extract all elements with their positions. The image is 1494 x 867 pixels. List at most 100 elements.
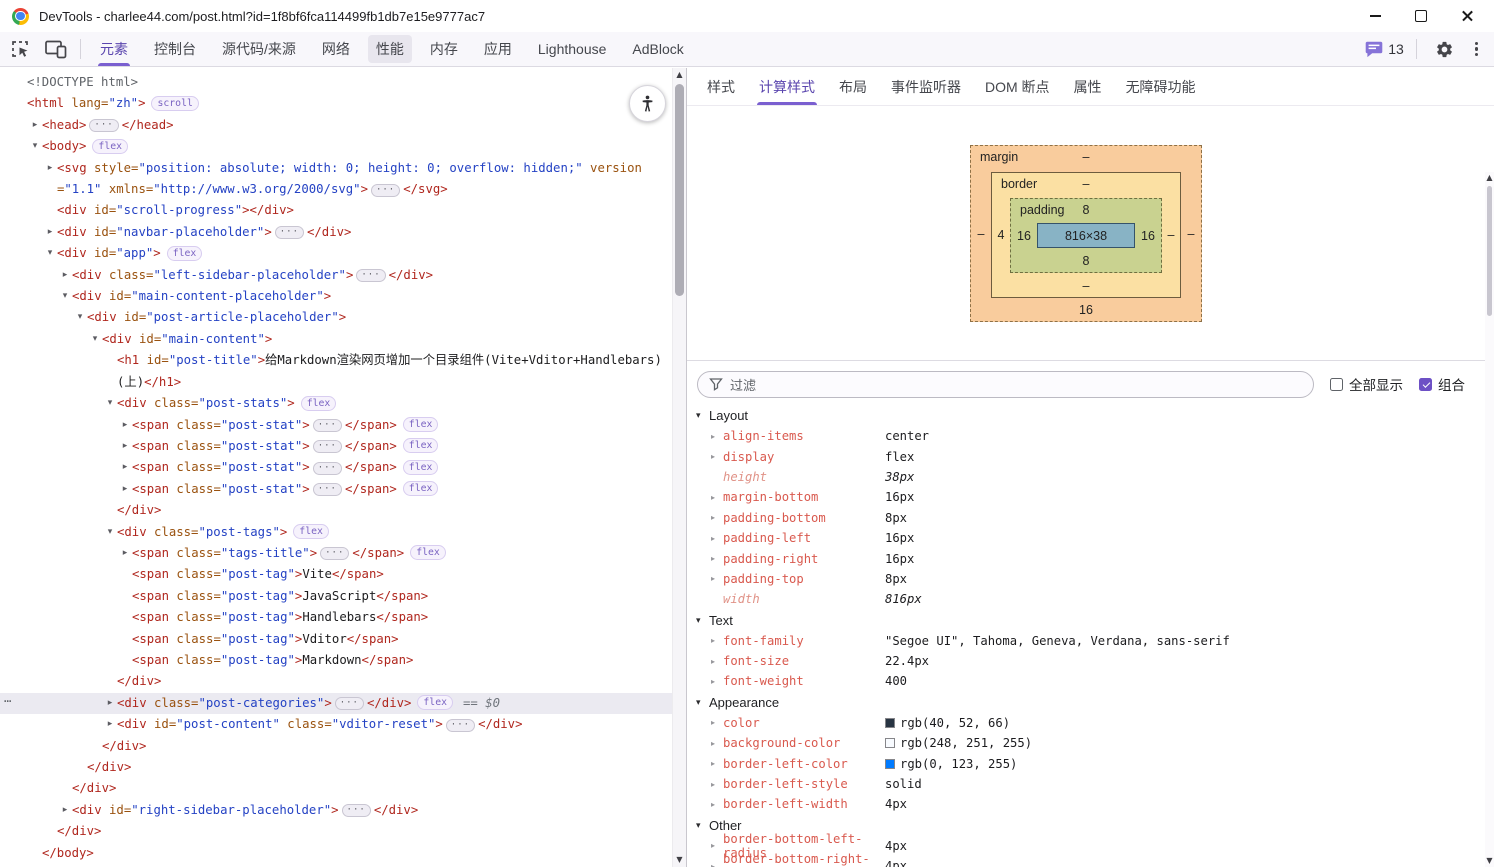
dom-tree-row[interactable]: ▾ <div class="post-stats"> flex xyxy=(0,393,672,414)
border-right-value[interactable]: – xyxy=(1162,228,1180,242)
border-left-value[interactable]: 4 xyxy=(992,228,1010,242)
accessibility-overlay-button[interactable] xyxy=(629,85,666,122)
dom-tree-row[interactable]: </div> xyxy=(0,671,672,692)
padding-right-value[interactable]: 16 xyxy=(1135,229,1161,243)
expand-arrow-icon[interactable]: ▸ xyxy=(711,739,723,748)
maximize-button[interactable] xyxy=(1398,0,1444,32)
dom-tree-row[interactable]: <h1 id="post-title">给Markdown渲染网页增加一个目录组… xyxy=(0,350,672,393)
dom-tree-row[interactable]: <span class="post-tag">Vditor</span> xyxy=(0,629,672,650)
expand-arrow-icon[interactable]: ▸ xyxy=(711,534,723,543)
dom-tree-row[interactable]: ▾ <div id="main-content"> xyxy=(0,329,672,350)
dom-tree-row[interactable]: ▾ <body> flex xyxy=(0,136,672,157)
dom-tree-row[interactable]: ▸ <div id="right-sidebar-placeholder"> ···… xyxy=(0,800,672,821)
computed-property-row[interactable]: ▸ background-color rgb(248, 251, 255) xyxy=(687,733,1485,753)
dom-tree-row[interactable]: ▸ <span class="post-stat"> ··· </span> flex xyxy=(0,436,672,457)
collapse-arrow-icon[interactable]: ▾ xyxy=(696,410,709,421)
dom-tree-row[interactable]: ▸ <span class="post-stat"> ··· </span> flex xyxy=(0,415,672,436)
computed-property-row[interactable]: ▸ font-size 22.4px xyxy=(687,651,1485,671)
computed-property-row[interactable]: ▸ font-weight 400 xyxy=(687,671,1485,691)
layout-badge[interactable]: flex xyxy=(402,481,439,497)
dom-tree-row[interactable]: <html lang="zh"> scroll xyxy=(0,93,672,114)
computed-property-row[interactable]: ▸ padding-top 8px xyxy=(687,569,1485,589)
dom-tree-row[interactable]: ▸ <span class="post-stat"> ··· </span> flex xyxy=(0,479,672,500)
sidebar-tab-2[interactable]: 布局 xyxy=(827,68,879,105)
margin-right-value[interactable]: – xyxy=(1181,227,1201,241)
expand-inline-icon[interactable]: ··· xyxy=(312,440,342,454)
dom-tree-row[interactable]: <span class="post-tag">Markdown</span> xyxy=(0,650,672,671)
layout-badge[interactable]: flex xyxy=(293,524,329,540)
padding-bottom-value[interactable]: 8 xyxy=(1011,254,1161,268)
expand-arrow-icon[interactable]: ▸ xyxy=(711,718,723,727)
expand-arrow-icon[interactable]: ▸ xyxy=(119,457,131,478)
computed-group-header[interactable]: ▾ Text xyxy=(687,610,1485,631)
expand-arrow-icon[interactable]: ▸ xyxy=(711,554,723,563)
collapse-arrow-icon[interactable]: ▾ xyxy=(696,697,709,708)
expand-arrow-icon[interactable]: ▸ xyxy=(711,841,723,850)
box-model-margin[interactable]: margin – – – 16 border – 4 – – padding 8 xyxy=(970,145,1202,322)
dom-tree-row[interactable]: ▸ ⋯ <div class="post-categories"> ··· </div>… xyxy=(0,692,672,715)
padding-top-value[interactable]: 8 xyxy=(1011,203,1161,217)
expand-arrow-icon[interactable]: ▸ xyxy=(711,657,723,666)
expand-inline-icon[interactable]: ··· xyxy=(312,483,342,497)
main-tab-8[interactable]: AdBlock xyxy=(619,32,696,66)
computed-property-row[interactable]: ▸ border-left-style solid xyxy=(687,774,1485,794)
computed-group-header[interactable]: ▾ Appearance xyxy=(687,692,1485,713)
dom-tree-row[interactable]: ▾ <div id="post-article-placeholder"> xyxy=(0,307,672,328)
box-model-diagram[interactable]: margin – – – 16 border – 4 – – padding 8 xyxy=(970,145,1202,322)
layout-badge[interactable]: scroll xyxy=(151,95,199,111)
collapse-arrow-icon[interactable]: ▾ xyxy=(44,243,56,264)
dom-tree-row[interactable]: </div> xyxy=(0,778,672,799)
inspect-element-button[interactable] xyxy=(4,35,36,63)
dom-tree-row[interactable]: ▸ <head> ··· </head> xyxy=(0,115,672,136)
expand-arrow-icon[interactable]: ▸ xyxy=(711,493,723,502)
collapse-arrow-icon[interactable]: ▾ xyxy=(89,329,101,350)
collapse-arrow-icon[interactable]: ▾ xyxy=(696,615,709,626)
computed-property-row[interactable]: ▸ margin-bottom 16px xyxy=(687,487,1485,507)
main-tab-1[interactable]: 控制台 xyxy=(141,32,209,66)
layout-badge[interactable]: flex xyxy=(402,459,439,475)
expand-arrow-icon[interactable]: ▸ xyxy=(711,862,723,867)
filter-input[interactable]: 过滤 xyxy=(697,370,1314,398)
dom-tree-row[interactable]: </div> xyxy=(0,500,672,521)
expand-arrow-icon[interactable]: ▸ xyxy=(104,714,116,735)
computed-property-row[interactable]: ▸ color rgb(40, 52, 66) xyxy=(687,713,1485,733)
computed-property-row[interactable]: ▸ font-family "Segoe UI", Tahoma, Geneva, … xyxy=(687,631,1485,651)
expand-arrow-icon[interactable]: ▸ xyxy=(711,636,723,645)
box-model-content[interactable]: 816×38 xyxy=(1037,223,1135,248)
padding-left-value[interactable]: 16 xyxy=(1011,229,1037,243)
color-swatch[interactable] xyxy=(885,738,895,749)
main-tab-3[interactable]: 网络 xyxy=(309,32,363,66)
computed-property-row[interactable]: ▸ align-items center xyxy=(687,426,1485,446)
main-tab-7[interactable]: Lighthouse xyxy=(525,32,620,66)
expand-inline-icon[interactable]: ··· xyxy=(312,419,342,432)
computed-group-header[interactable]: ▾ Layout xyxy=(687,405,1485,426)
layout-badge[interactable]: flex xyxy=(402,438,439,454)
checkbox-unchecked-icon[interactable] xyxy=(1330,377,1343,391)
expand-inline-icon[interactable]: ··· xyxy=(370,183,401,197)
expand-arrow-icon[interactable]: ▸ xyxy=(59,800,71,821)
expand-arrow-icon[interactable]: ▸ xyxy=(119,415,131,436)
dom-tree-row[interactable]: <span class="post-tag">JavaScript</span> xyxy=(0,586,672,607)
dom-tree-row[interactable]: ▸ <svg style="position: absolute; width: … xyxy=(0,158,672,201)
scrollbar-thumb[interactable] xyxy=(675,84,684,296)
expand-arrow-icon[interactable]: ▸ xyxy=(711,780,723,789)
dom-tree-row[interactable]: ▸ <div class="left-sidebar-placeholder"> ·… xyxy=(0,265,672,286)
collapse-arrow-icon[interactable]: ▾ xyxy=(59,286,71,307)
expand-inline-icon[interactable]: ··· xyxy=(445,718,476,732)
expand-arrow-icon[interactable]: ▸ xyxy=(711,452,723,461)
dom-tree-row[interactable]: ▾ <div id="main-content-placeholder"> xyxy=(0,286,672,307)
color-swatch[interactable] xyxy=(885,758,895,769)
sidebar-tab-5[interactable]: 属性 xyxy=(1062,68,1114,105)
expand-inline-icon[interactable]: ··· xyxy=(334,697,364,711)
expand-arrow-icon[interactable]: ▸ xyxy=(711,800,723,809)
show-all-checkbox[interactable]: 全部显示 xyxy=(1330,374,1403,394)
expand-inline-icon[interactable]: ··· xyxy=(356,269,386,283)
sidebar-scrollbar[interactable]: ▲ ▼ xyxy=(1485,172,1494,867)
sidebar-tab-3[interactable]: 事件监听器 xyxy=(879,68,973,105)
more-options-button[interactable] xyxy=(1474,41,1478,57)
expand-arrow-icon[interactable]: ▸ xyxy=(711,574,723,583)
console-messages-button[interactable]: 13 xyxy=(1365,41,1404,58)
main-tab-4[interactable]: 性能 xyxy=(363,32,417,66)
expand-arrow-icon[interactable]: ▸ xyxy=(59,265,71,286)
computed-property-row[interactable]: ▸ padding-bottom 8px xyxy=(687,508,1485,528)
